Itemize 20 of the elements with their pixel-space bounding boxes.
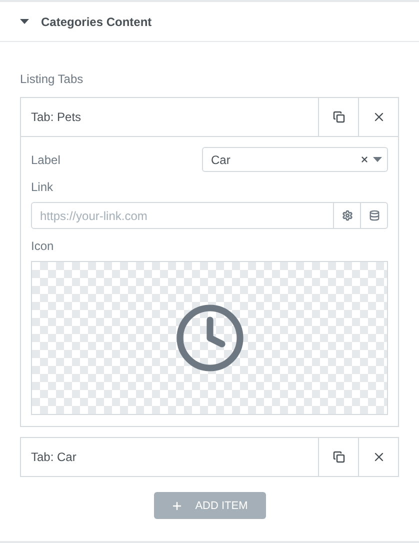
field-label: Link	[31, 180, 54, 194]
clear-icon[interactable]	[360, 155, 369, 164]
item-title[interactable]: Tab: Car	[21, 438, 318, 476]
caret-icon	[373, 157, 382, 162]
item-title[interactable]: Tab: Pets	[21, 98, 318, 136]
clock-icon	[174, 302, 246, 374]
settings-icon	[342, 210, 352, 221]
field-label: Icon	[31, 239, 55, 253]
icon-preview[interactable]	[31, 261, 388, 415]
settings-button[interactable]	[334, 202, 361, 229]
caret-icon	[20, 19, 29, 24]
copy-icon	[332, 111, 344, 123]
database-icon	[368, 210, 380, 221]
plus-icon	[171, 500, 184, 512]
dynamic-button[interactable]	[361, 202, 388, 229]
link-field[interactable]: https://your-link.com	[31, 202, 334, 229]
field-label: Label	[31, 152, 60, 166]
copy-icon	[332, 451, 344, 463]
label-select[interactable]: Car	[202, 147, 388, 172]
control-label: Listing Tabs	[20, 72, 84, 86]
